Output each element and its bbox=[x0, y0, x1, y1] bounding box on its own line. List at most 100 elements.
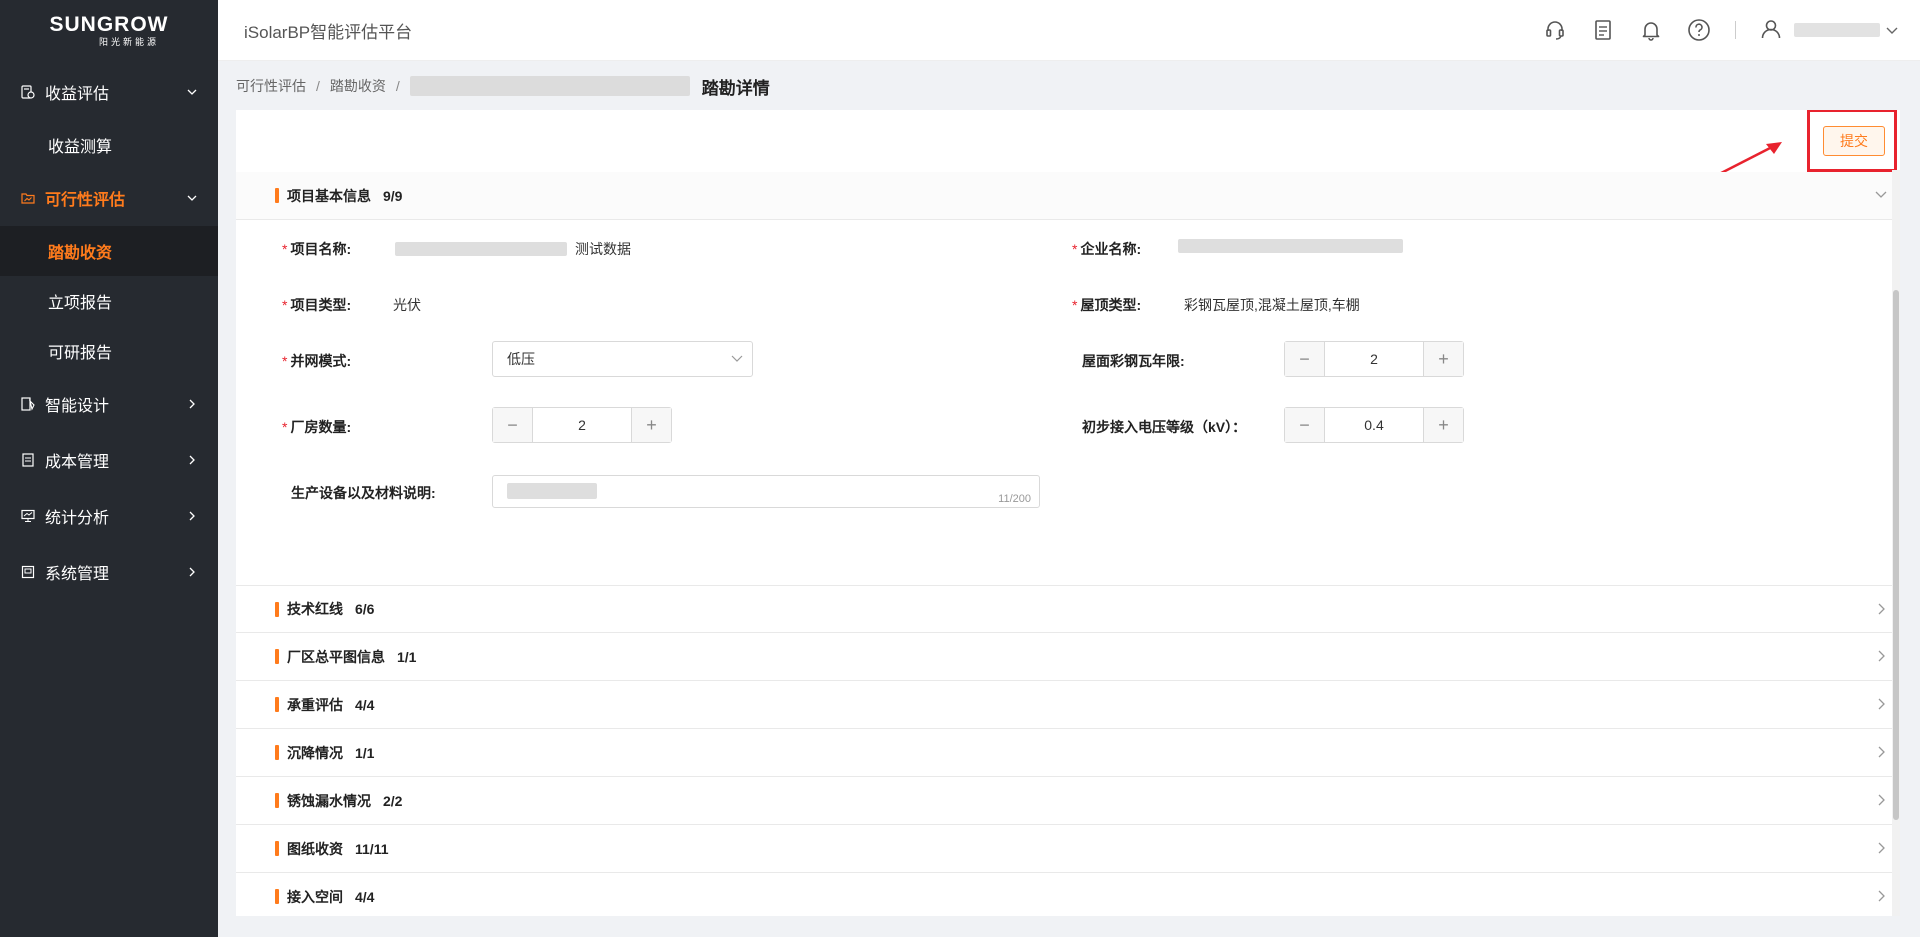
help-icon[interactable] bbox=[1687, 18, 1711, 42]
bell-icon[interactable] bbox=[1639, 18, 1663, 42]
project-name-label: * 项目名称: bbox=[282, 241, 352, 257]
company-name-label: * 企业名称: bbox=[1072, 241, 1142, 257]
monitor-chart-icon bbox=[20, 508, 36, 524]
design-icon bbox=[20, 396, 36, 412]
project-name-suffix: 测试数据 bbox=[575, 241, 631, 257]
increment-button[interactable]: + bbox=[631, 408, 671, 442]
section-basic-info[interactable]: 项目基本信息 9/9 bbox=[236, 172, 1900, 220]
chevron-right-icon bbox=[1874, 745, 1888, 759]
sidebar-item-label: 收益测算 bbox=[48, 139, 113, 156]
plant-count-stepper[interactable]: − 2 + bbox=[492, 407, 672, 443]
sidebar-group-system[interactable]: 系统管理 bbox=[0, 544, 218, 600]
sidebar-item-revenue-calc[interactable]: 收益测算 bbox=[0, 120, 218, 170]
roof-steel-years-label: 屋面彩钢瓦年限: bbox=[1082, 353, 1185, 369]
section-count: 1/1 bbox=[397, 648, 417, 665]
roof-steel-years-stepper[interactable]: − 2 + bbox=[1284, 341, 1464, 377]
equipment-desc-textarea[interactable]: 11/200 bbox=[492, 475, 1040, 508]
plant-count-field: * 厂房数量: bbox=[282, 417, 351, 437]
section-title: 锈蚀漏水情况 bbox=[287, 792, 371, 809]
sidebar-item-label: 踏勘收资 bbox=[48, 245, 113, 262]
sidebar-item-label: 立项报告 bbox=[48, 295, 113, 312]
roof-type-field: * 屋顶类型: bbox=[1072, 295, 1141, 315]
sidebar-group-stats[interactable]: 统计分析 bbox=[0, 488, 218, 544]
sidebar-item-project-report[interactable]: 立项报告 bbox=[0, 276, 218, 326]
section-accent-bar bbox=[275, 841, 279, 856]
decrement-button[interactable]: − bbox=[1285, 408, 1325, 442]
chevron-down-icon bbox=[722, 355, 752, 363]
stepper-value[interactable]: 0.4 bbox=[1325, 408, 1423, 442]
folder-chart-icon bbox=[20, 190, 36, 206]
stepper-value[interactable]: 2 bbox=[1325, 342, 1423, 376]
breadcrumb-separator: / bbox=[316, 78, 320, 94]
user-menu[interactable] bbox=[1760, 18, 1898, 43]
sidebar-group-cost[interactable]: 成本管理 bbox=[0, 432, 218, 488]
top-header: iSolarBP智能评估平台 bbox=[218, 0, 1920, 61]
section-site-plan[interactable]: 厂区总平图信息 1/1 bbox=[236, 633, 1900, 681]
scrollbar-thumb[interactable] bbox=[1893, 290, 1899, 820]
stepper-value[interactable]: 2 bbox=[533, 408, 631, 442]
chevron-right-icon bbox=[1874, 889, 1888, 903]
grid-mode-label: * 并网模式: bbox=[282, 353, 352, 369]
logo-sub-text: 阳光新能源 bbox=[98, 37, 159, 47]
sidebar-group-design[interactable]: 智能设计 bbox=[0, 376, 218, 432]
voltage-level-stepper[interactable]: − 0.4 + bbox=[1284, 407, 1464, 443]
increment-button[interactable]: + bbox=[1423, 342, 1463, 376]
section-title: 项目基本信息 bbox=[287, 187, 371, 204]
sidebar-item-label: 可研报告 bbox=[48, 345, 113, 362]
chevron-right-icon bbox=[186, 510, 198, 522]
sidebar-item-feasibility-report[interactable]: 可研报告 bbox=[0, 326, 218, 376]
roof-type-value: 彩钢瓦屋顶,混凝土屋顶,车棚 bbox=[1184, 297, 1360, 313]
breadcrumb-feasibility[interactable]: 可行性评估 bbox=[236, 76, 306, 96]
section-tech-redline[interactable]: 技术红线 6/6 bbox=[236, 585, 1900, 633]
chevron-right-icon bbox=[186, 398, 198, 410]
section-accent-bar bbox=[275, 745, 279, 760]
chevron-right-icon bbox=[1874, 602, 1888, 616]
chevron-right-icon bbox=[186, 454, 198, 466]
breadcrumb-survey[interactable]: 踏勘收资 bbox=[330, 76, 386, 96]
decrement-button[interactable]: − bbox=[493, 408, 533, 442]
equipment-desc-label: 生产设备以及材料说明: bbox=[291, 485, 436, 501]
brand-logo[interactable]: SUNGROW 阳光新能源 bbox=[0, 0, 218, 62]
sidebar-group-revenue[interactable]: 收益评估 bbox=[0, 64, 218, 120]
section-settlement[interactable]: 沉降情况 1/1 bbox=[236, 729, 1900, 777]
settings-panel-icon bbox=[20, 564, 36, 580]
section-drawings[interactable]: 图纸收资 11/11 bbox=[236, 825, 1900, 873]
chevron-down-icon bbox=[186, 86, 198, 98]
vertical-scrollbar[interactable] bbox=[1892, 170, 1900, 916]
section-count: 4/4 bbox=[355, 888, 375, 905]
sidebar-group-feasibility[interactable]: 可行性评估 bbox=[0, 170, 218, 226]
increment-button[interactable]: + bbox=[1423, 408, 1463, 442]
project-name-value: 测试数据 bbox=[395, 239, 631, 259]
page-title: 踏勘详情 bbox=[701, 78, 770, 98]
decrement-button[interactable]: − bbox=[1285, 342, 1325, 376]
company-name-redacted bbox=[1178, 239, 1403, 253]
roof-steel-years-field: 屋面彩钢瓦年限: bbox=[1082, 351, 1185, 371]
sidebar-item-survey[interactable]: 踏勘收资 bbox=[0, 226, 218, 276]
sidebar: SUNGROW 阳光新能源 收益评估 收益测算 可行性评估 踏勘收资 立项报告 … bbox=[0, 0, 218, 937]
submit-button[interactable]: 提交 bbox=[1823, 126, 1885, 156]
sidebar-group-label: 系统管理 bbox=[45, 566, 110, 583]
sidebar-group-label: 统计分析 bbox=[45, 510, 110, 527]
grid-mode-select[interactable]: 低压 bbox=[492, 341, 753, 377]
section-access-space[interactable]: 接入空间 4/4 bbox=[236, 873, 1900, 916]
roof-type-label: * 屋顶类型: bbox=[1072, 297, 1142, 313]
app-title: iSolarBP智能评估平台 bbox=[244, 22, 413, 42]
chevron-right-icon bbox=[1874, 697, 1888, 711]
equipment-desc-redacted bbox=[507, 483, 597, 499]
user-icon bbox=[1760, 18, 1782, 43]
document-icon[interactable] bbox=[1591, 18, 1615, 42]
survey-detail-card: 提交 项目基本信息 9/9 * 项目名称: 测试数据 * 企业名称: * 项目类型: … bbox=[236, 110, 1900, 916]
section-load-assessment[interactable]: 承重评估 4/4 bbox=[236, 681, 1900, 729]
company-name-value bbox=[1178, 239, 1403, 253]
section-title: 厂区总平图信息 bbox=[287, 648, 385, 665]
grid-mode-field: * 并网模式: bbox=[282, 351, 351, 371]
logo-main-text: SUNGROW bbox=[49, 13, 169, 36]
chevron-down-icon bbox=[186, 192, 198, 204]
section-count: 9/9 bbox=[383, 187, 403, 204]
headset-icon[interactable] bbox=[1543, 18, 1567, 42]
breadcrumb-project-redacted bbox=[409, 76, 690, 96]
voltage-level-label: 初步接入电压等级（kV）： bbox=[1082, 419, 1247, 435]
section-corrosion-leak[interactable]: 锈蚀漏水情况 2/2 bbox=[236, 777, 1900, 825]
section-accent-bar bbox=[275, 188, 279, 203]
section-title: 沉降情况 bbox=[287, 744, 343, 761]
